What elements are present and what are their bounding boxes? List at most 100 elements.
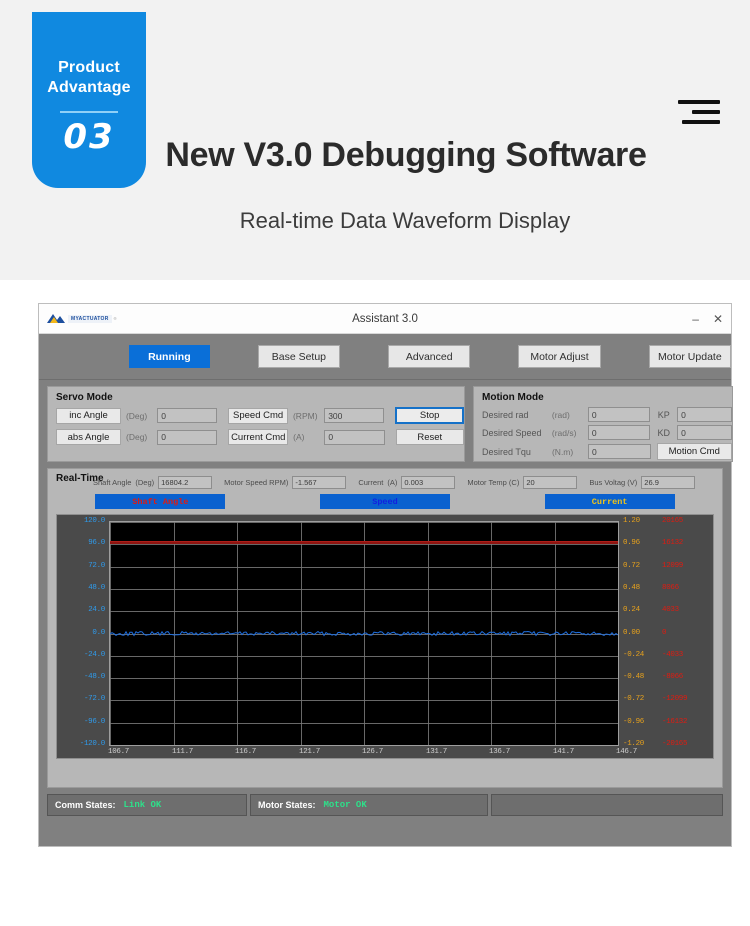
speed-cmd-button[interactable]: Speed Cmd bbox=[228, 407, 288, 424]
current-value: 0.003 bbox=[401, 476, 456, 489]
kp-input[interactable]: 0 bbox=[677, 407, 732, 422]
chart-gridline-vertical bbox=[618, 522, 619, 745]
current-unit: (A) bbox=[387, 478, 398, 487]
comm-status-label: Comm States: bbox=[55, 800, 116, 810]
chart-current-tick-label: 0.72 bbox=[623, 561, 640, 570]
servo-row-abs-angle: abs Angle (Deg) 0 Current Cmd (A) 0 Rese… bbox=[48, 429, 464, 445]
motor-speed-label: Motor Speed RPM) bbox=[224, 478, 289, 487]
chart-left-tick-label: 0.0 bbox=[92, 628, 105, 637]
desired-rad-input[interactable]: 0 bbox=[587, 407, 651, 422]
chart-left-tick-label: -24.0 bbox=[83, 650, 105, 659]
chart-current-tick-label: 0.96 bbox=[623, 539, 640, 548]
bus-voltage-value: 26.9 bbox=[641, 476, 696, 489]
page-root: Product Advantage 03 New V3.0 Debugging … bbox=[0, 0, 750, 926]
chart-left-tick-label: 72.0 bbox=[88, 561, 105, 570]
real-time-panel: Real-Time Shaft Angle (Deg) 16804.2 Moto… bbox=[47, 468, 723, 788]
chart-speed-tick-label: 20165 bbox=[662, 517, 684, 525]
motion-cmd-button[interactable]: Motion Cmd bbox=[656, 443, 732, 460]
current-cmd-button[interactable]: Current Cmd bbox=[228, 429, 289, 445]
tab-motor-update[interactable]: Motor Update bbox=[648, 345, 732, 368]
hero-banner: Product Advantage 03 New V3.0 Debugging … bbox=[0, 0, 750, 280]
chart-current-tick-label: 1.20 bbox=[623, 517, 640, 525]
servo-mode-title: Servo Mode bbox=[56, 392, 113, 403]
kd-input[interactable]: 0 bbox=[677, 425, 732, 440]
kd-label: KD bbox=[657, 427, 670, 438]
chart-plot-area[interactable] bbox=[109, 521, 619, 746]
chart-x-tick-label: 126.7 bbox=[362, 748, 384, 756]
desired-tqu-input[interactable]: 0 bbox=[588, 444, 651, 459]
status-bar: Comm States: Link OK Motor States: Motor… bbox=[47, 794, 723, 816]
tab-base-setup[interactable]: Base Setup bbox=[257, 345, 341, 368]
window-controls: – ✕ bbox=[692, 313, 723, 325]
chart-speed-tick-label: -20165 bbox=[662, 740, 688, 748]
comm-status-value: Link OK bbox=[123, 800, 162, 810]
chart-x-tick-label: 116.7 bbox=[235, 748, 257, 756]
motor-speed-value: -1.567 bbox=[292, 476, 347, 489]
chart-current-tick-label: -0.24 bbox=[623, 650, 645, 659]
assistant-app-window: MYACTUATOR ® Assistant 3.0 – ✕ Running B… bbox=[38, 303, 733, 847]
abs-angle-input[interactable]: 0 bbox=[157, 429, 218, 445]
chart-x-tick-label: 106.7 bbox=[108, 748, 130, 756]
chart-current-tick-label: -0.48 bbox=[623, 673, 645, 682]
badge-line-1: Product bbox=[58, 59, 120, 76]
chart-left-tick-label: 24.0 bbox=[88, 606, 105, 615]
chart-current-tick-label: -0.96 bbox=[623, 717, 645, 726]
legend-current-button[interactable]: Current bbox=[544, 494, 675, 509]
reset-button[interactable]: Reset bbox=[395, 429, 464, 445]
kp-label: KP bbox=[657, 409, 670, 420]
legend-speed-button[interactable]: Speed bbox=[319, 494, 450, 509]
desired-rad-label: Desired rad bbox=[482, 409, 529, 420]
tab-advanced[interactable]: Advanced bbox=[388, 345, 471, 368]
hamburger-menu-icon[interactable] bbox=[678, 100, 720, 124]
legend-shaft-angle-button[interactable]: Shaft Angle bbox=[95, 494, 226, 509]
chart-left-tick-label: -48.0 bbox=[83, 673, 105, 682]
close-icon[interactable]: ✕ bbox=[713, 313, 723, 325]
page-subtitle: Real-time Data Waveform Display bbox=[239, 208, 571, 233]
desired-speed-label: Desired Speed bbox=[482, 427, 542, 438]
speed-cmd-input[interactable]: 300 bbox=[324, 408, 385, 423]
chart-x-tick-label: 146.7 bbox=[616, 748, 638, 756]
chart-legend-buttons: Shaft Angle Speed Current bbox=[48, 489, 722, 509]
chart-x-tick-label: 121.7 bbox=[299, 748, 321, 756]
servo-mode-panel: Servo Mode inc Angle (Deg) 0 Speed Cmd (… bbox=[47, 386, 465, 462]
chart-speed-tick-label: 12099 bbox=[662, 561, 684, 570]
tab-running[interactable]: Running bbox=[129, 345, 210, 368]
desired-tqu-label: Desired Tqu bbox=[482, 446, 531, 457]
speed-cmd-unit: (RPM) bbox=[292, 410, 318, 421]
inc-angle-input[interactable]: 0 bbox=[157, 408, 218, 423]
bus-voltage-label: Bus Voltag (V) bbox=[589, 478, 638, 487]
desired-speed-input[interactable]: 0 bbox=[587, 425, 651, 440]
badge-line-2: Advantage bbox=[47, 79, 131, 96]
motion-row-desired-rad: Desired rad (rad) 0 KP 0 bbox=[474, 407, 732, 422]
chart-trace-speed bbox=[110, 630, 618, 637]
motor-status-value: Motor OK bbox=[323, 800, 367, 810]
status-spacer-cell bbox=[491, 794, 723, 816]
waveform-chart: 120.0 96.0 72.0 48.0 24.0 0.0 -24.0 -48.0 -72.0 -… bbox=[56, 514, 714, 759]
chart-speed-tick-label: 0 bbox=[662, 628, 667, 637]
chart-x-tick-label: 111.7 bbox=[172, 748, 194, 756]
minimize-icon[interactable]: – bbox=[692, 313, 699, 325]
stop-button[interactable]: Stop bbox=[395, 407, 464, 424]
motion-mode-title: Motion Mode bbox=[482, 392, 544, 403]
abs-angle-unit: (Deg) bbox=[126, 432, 148, 442]
motion-row-desired-tqu: Desired Tqu (N.m) 0 Motion Cmd bbox=[474, 443, 732, 460]
chart-speed-tick-label: 4033 bbox=[662, 606, 679, 615]
desired-tqu-unit: (N.m) bbox=[551, 446, 574, 457]
chart-gridline-horizontal bbox=[110, 745, 618, 746]
menu-line-2 bbox=[692, 110, 720, 114]
inc-angle-button[interactable]: inc Angle bbox=[56, 407, 121, 424]
current-cmd-input[interactable]: 0 bbox=[324, 429, 385, 445]
chart-speed-tick-label: -8066 bbox=[662, 673, 684, 682]
shaft-angle-unit: (Deg) bbox=[135, 478, 155, 487]
inc-angle-unit: (Deg) bbox=[125, 410, 148, 421]
tab-motor-adjust[interactable]: Motor Adjust bbox=[518, 345, 601, 368]
chart-current-tick-label: -0.72 bbox=[623, 695, 645, 704]
abs-angle-button[interactable]: abs Angle bbox=[56, 429, 121, 445]
chart-speed-tick-label: -16132 bbox=[662, 717, 688, 726]
chart-speed-tick-label: -12099 bbox=[662, 695, 688, 704]
servo-row-inc-angle: inc Angle (Deg) 0 Speed Cmd (RPM) 300 St… bbox=[48, 407, 464, 424]
chart-x-tick-label: 141.7 bbox=[553, 748, 575, 756]
motor-status-cell: Motor States: Motor OK bbox=[250, 794, 488, 816]
current-cmd-unit: (A) bbox=[293, 432, 305, 442]
main-tab-bar: Running Base Setup Advanced Motor Adjust… bbox=[39, 334, 732, 380]
